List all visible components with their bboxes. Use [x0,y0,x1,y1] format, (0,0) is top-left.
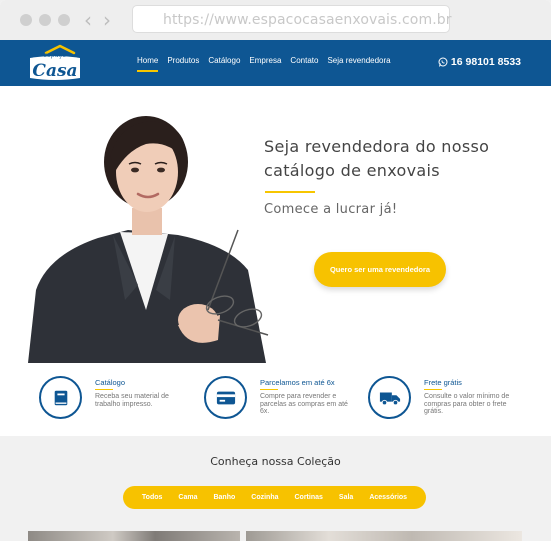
nav-empresa[interactable]: Empresa [249,56,281,65]
filter-banho[interactable]: Banho [213,494,235,501]
feature-title: Frete grátis [424,378,462,387]
filter-todos[interactable]: Todos [142,494,162,501]
hero-subtitle: Comece a lucrar já! [264,202,398,217]
address-bar-url: https://www.espacocasaenxovais.com.br [163,12,452,28]
feature-title: Parcelamos em até 6x [260,378,335,387]
filter-cama[interactable]: Cama [178,494,197,501]
hero-section: Seja revendedora do nosso catálogo de en… [0,86,551,363]
address-bar[interactable]: https://www.espacocasaenxovais.com.br [132,5,452,33]
browser-toolbar: ‹ › https://www.espacocasaenxovais.com.b… [0,0,551,40]
feature-icon-circle [204,376,247,419]
main-nav: Home Produtos Catálogo Empresa Contato S… [137,56,400,72]
feature-title: Catálogo [95,378,126,387]
window-minimize-dot[interactable] [39,14,51,26]
become-reseller-button[interactable]: Quero ser uma revendedora [314,252,446,287]
hero-title-underline [265,191,315,193]
credit-card-icon [216,391,235,404]
forward-arrow-icon[interactable]: › [103,10,111,30]
site-header: espaço Casa Home Produtos Catálogo Empre… [0,40,551,86]
collection-thumbnail[interactable] [246,531,522,541]
feature-text: Compre para revender e parcelas as compr… [260,393,348,415]
window-close-dot[interactable] [20,14,32,26]
feature-icon-circle [39,376,82,419]
feature-underline [260,389,278,390]
hero-title: Seja revendedora do nosso catálogo de en… [264,137,490,180]
filter-cortinas[interactable]: Cortinas [295,494,323,501]
collection-section: Conheça nossa Coleção Todos Cama Banho C… [0,436,551,541]
nav-home[interactable]: Home [137,56,159,72]
logo-text: Casa [32,61,77,81]
window-maximize-dot[interactable] [58,14,70,26]
feature-underline [424,389,442,390]
truck-icon [379,392,400,405]
filter-sala[interactable]: Sala [339,494,353,501]
espaco-casa-logo[interactable]: espaço Casa [26,44,84,82]
feature-text: Receba seu material de trabalho impresso… [95,393,169,408]
feature-catalogo: Catálogo Receba seu material de trabalho… [39,376,189,426]
nav-contato[interactable]: Contato [290,56,318,65]
collection-title: Conheça nossa Coleção [210,455,341,468]
whatsapp-icon [438,57,448,67]
nav-catalogo[interactable]: Catálogo [208,56,240,65]
feature-parcelamento: Parcelamos em até 6x Compre para revende… [204,376,364,426]
collection-thumbnail[interactable] [28,531,240,541]
back-arrow-icon[interactable]: ‹ [84,10,92,30]
feature-text: Consulte o valor mínimo de compras para … [424,393,510,415]
filter-acessorios[interactable]: Acessórios [369,494,407,501]
phone-contact[interactable]: 16 98101 8533 [438,56,521,68]
collection-filter-bar: Todos Cama Banho Cozinha Cortinas Sala A… [123,486,426,509]
nav-seja-revendedora[interactable]: Seja revendedora [327,56,390,65]
features-row: Catálogo Receba seu material de trabalho… [0,363,551,436]
phone-number: 16 98101 8533 [450,56,521,68]
feature-underline [95,389,113,390]
filter-cozinha[interactable]: Cozinha [251,494,278,501]
book-icon [54,390,67,405]
browser-window: ‹ › https://www.espacocasaenxovais.com.b… [0,0,551,541]
businesswoman-photo [28,116,269,363]
logo-text-small: espaço [44,51,67,59]
feature-frete: Frete grátis Consulte o valor mínimo de … [368,376,528,426]
nav-produtos[interactable]: Produtos [167,56,199,65]
feature-icon-circle [368,376,411,419]
